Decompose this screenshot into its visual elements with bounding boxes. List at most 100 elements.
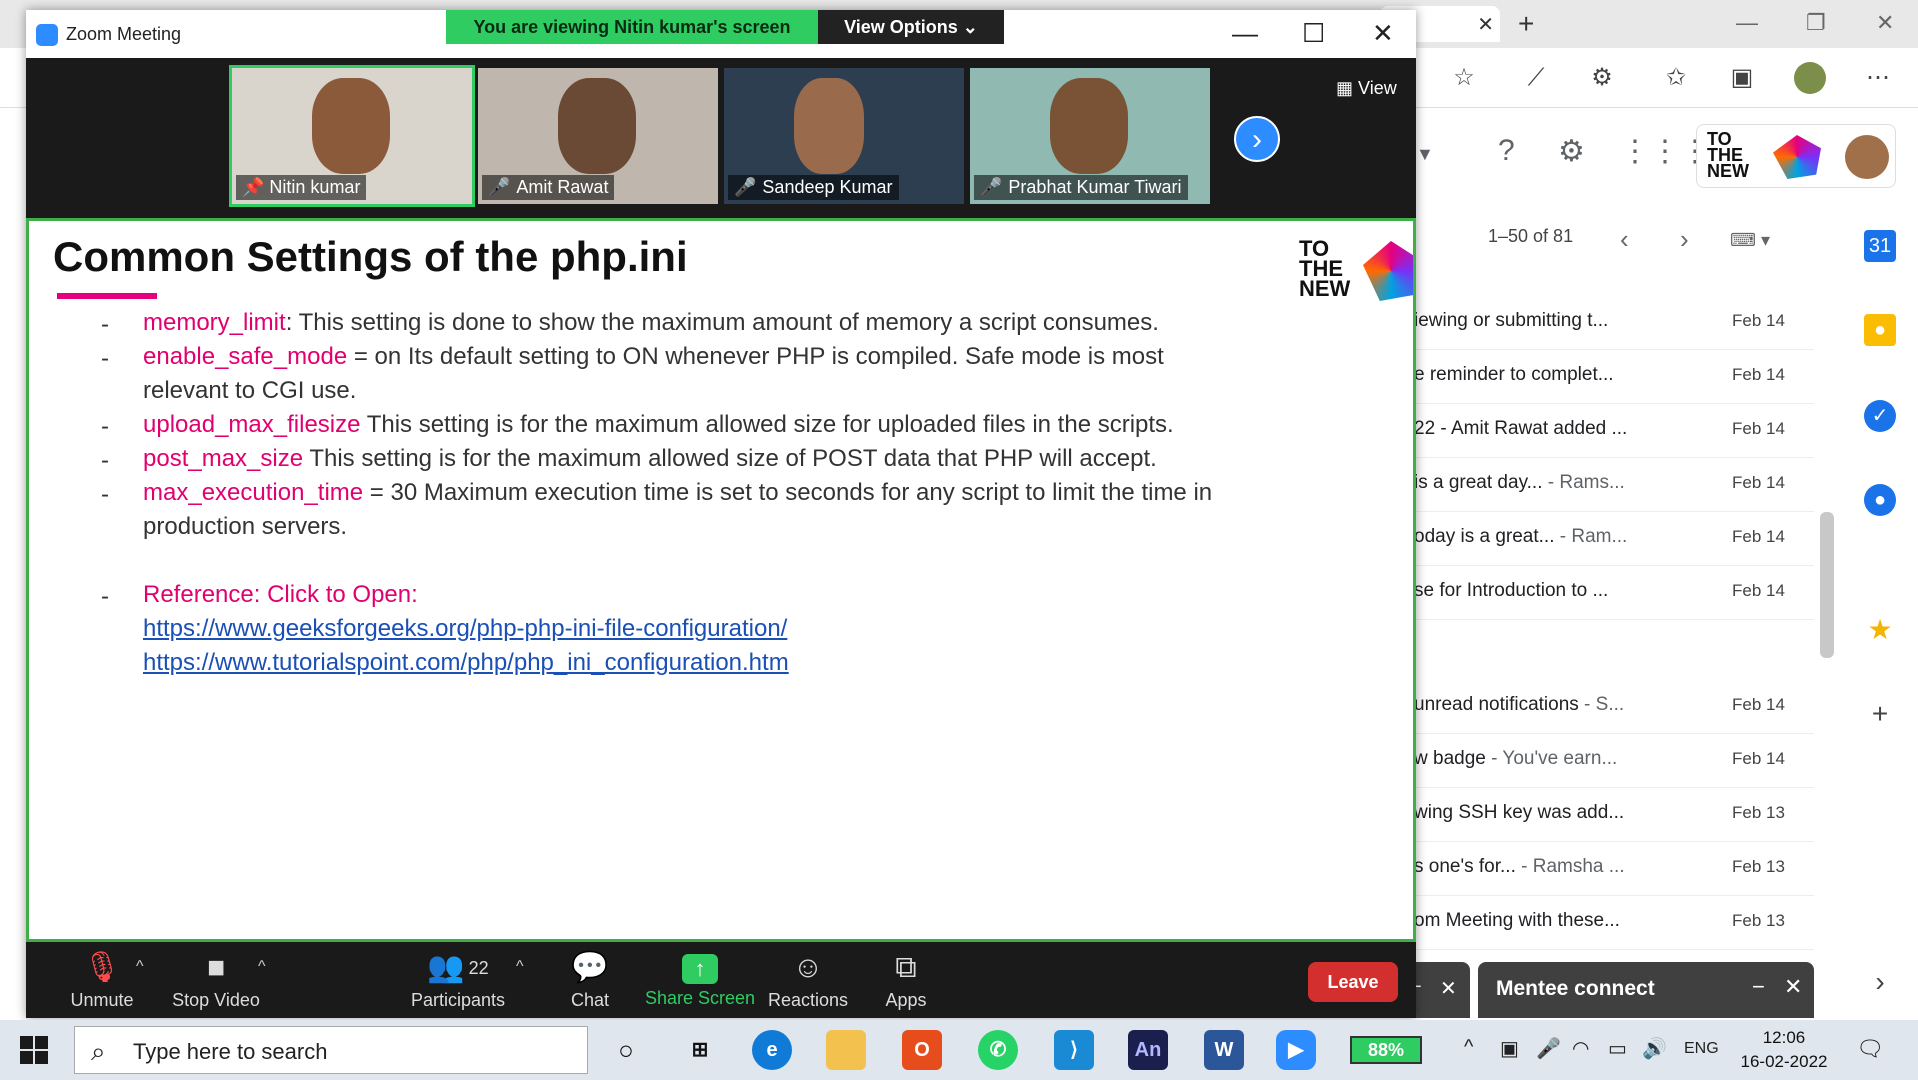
volume-icon[interactable]: 🔊 <box>1642 1036 1667 1061</box>
close-popup-icon[interactable]: ✕ <box>1784 974 1802 1000</box>
extensions-icon[interactable]: ⚙ <box>1586 62 1618 94</box>
settings-gear-icon[interactable]: ⚙ <box>1558 134 1585 169</box>
battery-indicator[interactable]: 88% <box>1350 1036 1422 1064</box>
mail-snippet: - S... <box>1578 694 1625 715</box>
participant-name: Prabhat Kumar Tiwari <box>1008 177 1182 197</box>
dropdown-caret-icon[interactable]: ▼ <box>1416 144 1434 165</box>
participants-options-caret-icon[interactable]: ^ <box>516 958 524 976</box>
restore-icon[interactable]: ❐ <box>1806 10 1826 36</box>
mail-row[interactable]: iewing or submitting t... Feb 14 <box>1414 296 1814 350</box>
tab-close-icon[interactable]: ✕ <box>1477 12 1494 37</box>
close-popup-icon[interactable]: ✕ <box>1440 976 1457 1001</box>
next-page-icon[interactable]: › <box>1680 224 1689 255</box>
add-favorite-icon[interactable]: ☆ <box>1448 62 1480 94</box>
vscode-icon[interactable]: ⟩ <box>1054 1030 1094 1070</box>
taskbar-search-box[interactable]: ⌕ Type here to search <box>74 1026 588 1074</box>
participants-icon-wrap: 👥 22 <box>398 950 518 986</box>
unmute-button[interactable]: 🎙 Unmute <box>42 950 162 1011</box>
mail-scrollbar[interactable] <box>1820 512 1834 658</box>
mail-row[interactable]: is a great day... - Rams... Feb 14 <box>1414 458 1814 512</box>
mail-subject-text: 22 - Amit Rawat added ... <box>1414 418 1628 439</box>
chat-button[interactable]: 💬 Chat <box>530 950 650 1011</box>
view-layout-button[interactable]: ▦ View <box>1336 78 1397 99</box>
reference-link-geeksforgeeks[interactable]: https://www.geeksforgeeks.org/php-php-in… <box>143 615 787 643</box>
participant-video-sandeep[interactable]: 🎤 Sandeep Kumar <box>724 68 964 204</box>
help-icon[interactable]: ? <box>1498 134 1515 168</box>
star-icon[interactable]: ★ <box>1864 614 1896 646</box>
brand-logo-text: TO THE NEW <box>1707 129 1749 181</box>
share-screen-button[interactable]: ↑ Share Screen <box>640 950 760 1009</box>
office-icon[interactable]: O <box>902 1030 942 1070</box>
participants-button[interactable]: 👥 22 Participants <box>398 950 518 1011</box>
next-participants-icon[interactable]: › <box>1234 116 1280 162</box>
mail-row[interactable]: unread notifications - S... Feb 14 <box>1414 680 1814 734</box>
task-view-icon[interactable]: ⊞ <box>680 1030 720 1070</box>
mail-row[interactable]: wing SSH key was add... Feb 13 <box>1414 788 1814 842</box>
participant-video-amit[interactable]: 🎤 Amit Rawat <box>478 68 718 204</box>
contacts-icon[interactable]: ● <box>1864 484 1896 516</box>
mail-subject: unread notifications - S... <box>1414 694 1654 716</box>
profile-avatar[interactable] <box>1794 62 1826 94</box>
mail-snippet: - Ram... <box>1554 526 1628 547</box>
account-avatar[interactable] <box>1845 135 1889 179</box>
calendar-icon[interactable]: 31 <box>1864 230 1896 262</box>
apps-button[interactable]: ⧉ Apps <box>846 950 966 1011</box>
audio-options-caret-icon[interactable]: ^ <box>136 958 144 976</box>
reference-link-tutorialspoint[interactable]: https://www.tutorialspoint.com/php/php_i… <box>143 649 789 677</box>
participant-video-nitin[interactable]: 📌 Nitin kumar <box>229 65 475 207</box>
battery-icon[interactable]: ▭ <box>1608 1036 1627 1061</box>
performance-icon[interactable]: ⟋ <box>1520 62 1552 94</box>
windows-start-icon[interactable] <box>20 1036 48 1064</box>
mail-subject-text: oday is a great... <box>1414 526 1555 547</box>
language-indicator[interactable]: ENG <box>1684 1040 1719 1058</box>
notifications-icon[interactable]: 🗨 <box>1856 1036 1884 1062</box>
taskbar-clock[interactable]: 12:06 16-02-2022 <box>1736 1026 1832 1074</box>
edge-icon[interactable]: e <box>752 1030 792 1070</box>
mail-row[interactable]: s one's for... - Ramsha ... Feb 13 <box>1414 842 1814 896</box>
mail-row[interactable]: se for Introduction to ... Feb 14 <box>1414 566 1814 620</box>
keep-icon[interactable]: ● <box>1864 314 1896 346</box>
participant-face <box>1050 78 1128 174</box>
setting-desc: = on Its default setting to ON whenever … <box>347 343 1164 370</box>
mail-row[interactable]: e reminder to complet... Feb 14 <box>1414 350 1814 404</box>
more-menu-icon[interactable]: ⋯ <box>1862 62 1894 94</box>
input-tools-icon[interactable]: ⌨ ▾ <box>1730 230 1770 251</box>
mail-row[interactable]: oday is a great... - Ram... Feb 14 <box>1414 512 1814 566</box>
tasks-icon[interactable]: ✓ <box>1864 400 1896 432</box>
close-icon[interactable]: ✕ <box>1372 18 1394 49</box>
mentee-chat-popup[interactable]: Mentee connect − ✕ <box>1478 962 1814 1018</box>
account-brand-card[interactable]: TO THE NEW <box>1696 124 1896 188</box>
minimize-icon[interactable]: — <box>1736 10 1758 36</box>
prev-page-icon[interactable]: ‹ <box>1620 224 1629 255</box>
search-placeholder: Type here to search <box>133 1039 328 1064</box>
mail-date: Feb 13 <box>1732 911 1785 930</box>
favorites-icon[interactable]: ✩ <box>1660 62 1692 94</box>
cortana-icon[interactable]: ○ <box>606 1030 646 1070</box>
setting-desc-continued: production servers. <box>143 513 348 540</box>
animate-icon[interactable]: An <box>1128 1030 1168 1070</box>
mail-row[interactable]: w badge - You've earn... Feb 14 <box>1414 734 1814 788</box>
wifi-icon[interactable]: ◠ <box>1572 1036 1589 1061</box>
collections-icon[interactable]: ▣ <box>1726 62 1758 94</box>
zoom-app-icon[interactable]: ▶ <box>1276 1030 1316 1070</box>
video-options-caret-icon[interactable]: ^ <box>258 958 266 976</box>
leave-meeting-button[interactable]: Leave <box>1308 962 1398 1002</box>
participant-video-prabhat[interactable]: 🎤 Prabhat Kumar Tiwari <box>970 68 1210 204</box>
microphone-icon[interactable]: 🎤 <box>1536 1036 1561 1061</box>
whatsapp-icon[interactable]: ✆ <box>978 1030 1018 1070</box>
add-addon-icon[interactable]: + <box>1864 698 1896 730</box>
minimize-popup-icon[interactable]: − <box>1752 974 1765 1000</box>
mail-row[interactable]: 22 - Amit Rawat added ... Feb 14 <box>1414 404 1814 458</box>
show-hidden-icons[interactable]: ^ <box>1464 1036 1473 1059</box>
minimize-icon[interactable]: — <box>1232 18 1258 49</box>
file-explorer-icon[interactable] <box>826 1030 866 1070</box>
participant-name: Amit Rawat <box>516 177 609 197</box>
view-options-button[interactable]: View Options ⌄ <box>818 10 1004 44</box>
word-icon[interactable]: W <box>1204 1030 1244 1070</box>
new-tab-button[interactable]: + <box>1518 8 1534 40</box>
mail-row[interactable]: om Meeting with these... Feb 13 <box>1414 896 1814 950</box>
maximize-icon[interactable]: ☐ <box>1302 18 1325 49</box>
meet-now-icon[interactable]: ▣ <box>1500 1036 1519 1061</box>
close-icon[interactable]: ✕ <box>1876 10 1894 36</box>
expand-panel-icon[interactable]: › <box>1864 966 1896 998</box>
